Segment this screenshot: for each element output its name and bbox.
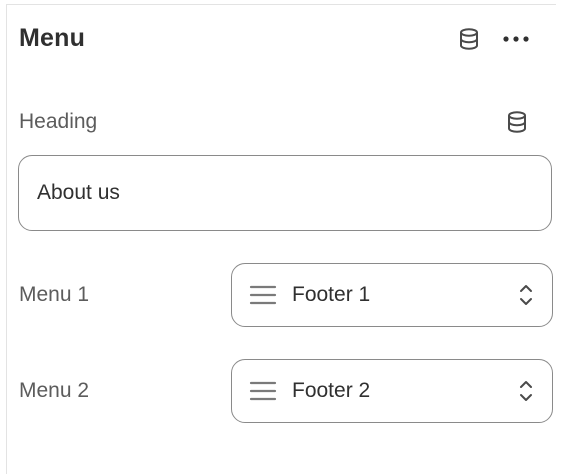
menu-lines-icon <box>249 381 277 401</box>
chevron-up-down-icon <box>520 285 532 305</box>
menu-2-row: Menu 2 Footer 2 <box>19 359 553 423</box>
database-icon[interactable] <box>503 108 531 136</box>
menu-1-value: Footer 1 <box>292 283 371 306</box>
menu-2-value: Footer 2 <box>292 379 371 402</box>
menu-1-select[interactable]: Footer 1 <box>231 263 553 327</box>
heading-input[interactable]: About us <box>18 155 552 231</box>
heading-field-row: Heading <box>19 105 545 139</box>
menu-1-label: Menu 1 <box>19 283 90 306</box>
heading-label: Heading <box>19 110 98 133</box>
panel-title: Menu <box>19 24 86 52</box>
menu-1-row: Menu 1 Footer 1 <box>19 263 553 327</box>
menu-settings-panel: Menu Heading About us Menu 1 Footer 1 Me… <box>6 4 556 474</box>
database-icon[interactable] <box>455 25 483 53</box>
menu-lines-icon <box>249 285 277 305</box>
menu-2-label: Menu 2 <box>19 379 90 402</box>
menu-2-select[interactable]: Footer 2 <box>231 359 553 423</box>
panel-header: Menu <box>19 21 545 57</box>
more-horizontal-icon[interactable] <box>501 25 531 53</box>
chevron-up-down-icon <box>520 381 532 401</box>
